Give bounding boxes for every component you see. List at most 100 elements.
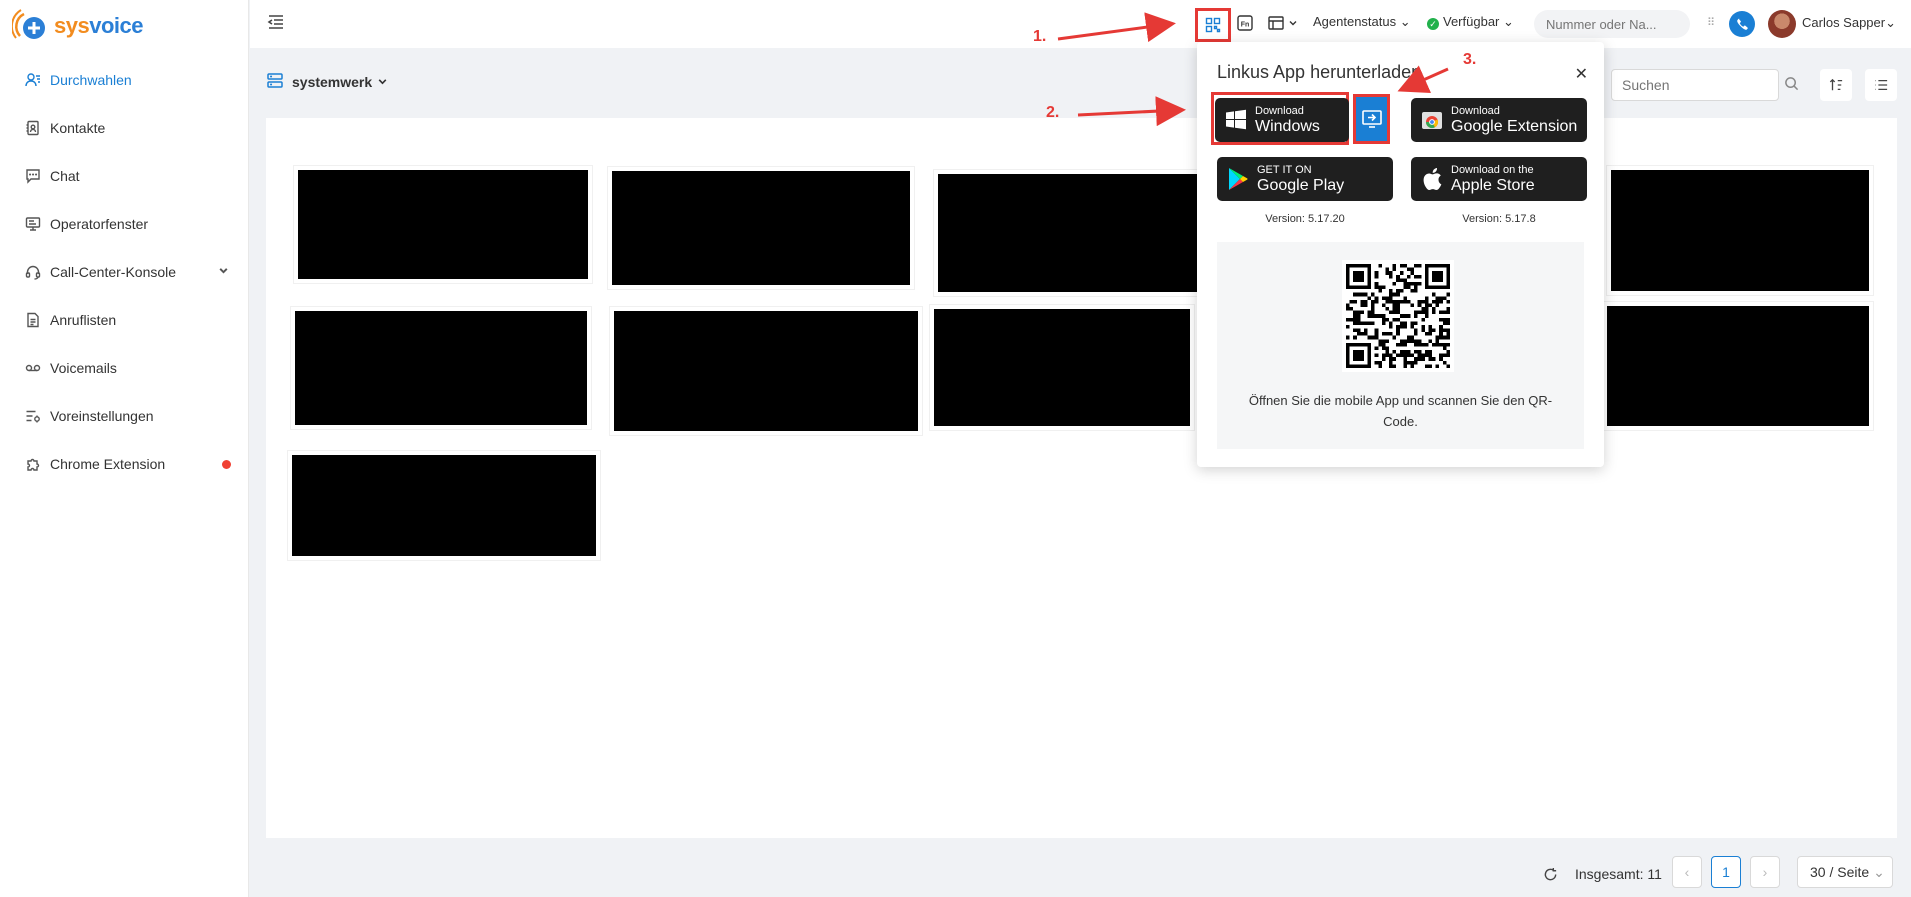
extension-card[interactable]	[292, 455, 596, 556]
extension-card[interactable]	[934, 309, 1190, 426]
list-view-button[interactable]	[1865, 69, 1897, 101]
windows-big-label: Windows	[1255, 117, 1320, 135]
function-key-icon[interactable]: Fn	[1234, 12, 1256, 34]
apple-small-label: Download on the	[1451, 163, 1534, 176]
chevron-down-icon: ⌄	[1885, 15, 1897, 30]
contact-book-icon	[24, 119, 42, 137]
refresh-icon[interactable]	[1543, 858, 1558, 890]
extension-card[interactable]	[938, 174, 1198, 292]
chevron-down-icon: ⌄	[1396, 14, 1411, 29]
availability-dropdown[interactable]: ✓ Verfügbar ⌄	[1427, 14, 1514, 30]
sidebar-item-label: Kontakte	[50, 120, 106, 136]
chrome-small-label: Download	[1451, 104, 1500, 117]
apple-icon	[1419, 166, 1445, 192]
voicemail-icon	[24, 359, 42, 377]
sidebar-item-operatorfenster[interactable]: Operatorfenster	[0, 200, 249, 248]
server-label: systemwerk	[292, 74, 373, 90]
sidebar-item-label: Voicemails	[50, 360, 117, 376]
sidebar-item-kontakte[interactable]: Kontakte	[0, 104, 249, 152]
windows-icon	[1223, 107, 1249, 133]
annotation-step-1: 1.	[1033, 28, 1047, 45]
check-circle-icon: ✓	[1427, 18, 1439, 30]
extension-card[interactable]	[298, 170, 588, 279]
sidebar-item-voicemails[interactable]: Voicemails	[0, 344, 249, 392]
sidebar-item-label: Voreinstellungen	[50, 408, 154, 424]
svg-text:Fn: Fn	[1241, 22, 1250, 29]
extension-card[interactable]	[1611, 170, 1869, 291]
sidebar-item-label: Chrome Extension	[50, 456, 166, 472]
extension-card[interactable]	[614, 311, 918, 431]
server-icon	[266, 72, 284, 93]
avatar[interactable]	[1768, 10, 1796, 38]
google-play-big-label: Google Play	[1257, 176, 1345, 194]
qr-hint-text: Öffnen Sie die mobile App und scannen Si…	[1248, 393, 1553, 429]
extension-card[interactable]	[612, 171, 910, 285]
phone-icon	[1736, 18, 1748, 30]
chrome-big-label: Google Extension	[1451, 117, 1578, 135]
sidebar-item-call-center-konsole[interactable]: Call-Center-Konsole	[0, 248, 249, 296]
sort-icon	[1829, 78, 1843, 91]
extension-card[interactable]	[295, 311, 587, 425]
chrome-icon	[1419, 107, 1445, 133]
download-chrome-extension-button[interactable]: Download Google Extension	[1411, 98, 1587, 142]
sidebar-item-voreinstellungen[interactable]: Voreinstellungen	[0, 392, 249, 440]
sidebar-item-anruflisten[interactable]: Anruflisten	[0, 296, 249, 344]
annotation-step-2: 2.	[1046, 104, 1060, 121]
prev-page-button[interactable]: ‹	[1672, 856, 1702, 888]
monitor-icon	[24, 215, 42, 233]
page-size-label: 30 / Seite	[1810, 864, 1870, 880]
list-icon	[1875, 79, 1888, 91]
sidebar-item-label: Call-Center-Konsole	[50, 264, 177, 280]
annotation-step-3: 3.	[1463, 51, 1477, 68]
window-layout-icon[interactable]	[1262, 12, 1302, 34]
logo[interactable]: sysvoice	[12, 4, 143, 48]
apple-big-label: Apple Store	[1451, 176, 1535, 194]
screen-share-icon	[1361, 110, 1382, 128]
chevron-down-icon	[377, 74, 388, 90]
sidebar-item-durchwahlen[interactable]: Durchwahlen	[0, 56, 249, 104]
qr-panel: Öffnen Sie die mobile App und scannen Si…	[1217, 242, 1584, 449]
user-menu[interactable]: Carlos Sapper⌄	[1802, 15, 1896, 31]
page-number[interactable]: 1	[1711, 856, 1741, 888]
arrow-step-2	[1077, 96, 1186, 127]
download-windows-button[interactable]: Download Windows	[1215, 98, 1349, 142]
dial-number-input[interactable]	[1534, 10, 1690, 38]
download-app-popup: Linkus App herunterladen ✕ Download Windo…	[1197, 42, 1604, 467]
logo-text: sysvoice	[54, 13, 143, 38]
call-log-icon	[24, 311, 42, 329]
dialpad-icon[interactable]: ⠿	[1707, 16, 1715, 29]
extension-card[interactable]	[1607, 306, 1869, 426]
extensions-panel	[266, 118, 1897, 838]
qr-code-icon[interactable]	[1195, 8, 1231, 42]
remote-desktop-button[interactable]	[1353, 94, 1390, 144]
sidebar-item-chat[interactable]: Chat	[0, 152, 249, 200]
headset-icon	[24, 263, 42, 281]
agent-status-dropdown[interactable]: Agentenstatus ⌄	[1313, 14, 1411, 30]
menu-collapse-icon[interactable]	[266, 12, 286, 32]
sidebar-item-chrome-extension[interactable]: Chrome Extension	[0, 440, 249, 488]
chevron-down-icon[interactable]	[218, 265, 229, 279]
google-play-small-label: GET IT ON	[1257, 163, 1312, 176]
sidebar-nav: Durchwahlen Kontakte Chat Operatorfenste…	[0, 56, 249, 488]
sidebar-item-label: Chat	[50, 168, 80, 184]
apple-store-button[interactable]: Download on the Apple Store	[1411, 157, 1587, 201]
close-icon[interactable]: ✕	[1575, 64, 1588, 84]
qr-code-image	[1342, 260, 1454, 372]
sysvoice-logo-icon	[12, 9, 45, 39]
sidebar-item-label: Anruflisten	[50, 312, 117, 328]
sort-button[interactable]	[1820, 69, 1852, 101]
server-selector[interactable]: systemwerk	[266, 64, 388, 100]
user-name: Carlos Sapper	[1802, 15, 1886, 30]
search-input[interactable]	[1611, 69, 1779, 101]
call-button[interactable]	[1729, 11, 1755, 37]
preferences-icon	[24, 407, 42, 425]
google-play-icon	[1225, 166, 1251, 192]
next-page-button[interactable]: ›	[1750, 856, 1780, 888]
search-icon[interactable]	[1784, 76, 1799, 94]
top-header: Fn Agentenstatus ⌄ ✓ Verfügbar ⌄ ⠿ Carlos…	[250, 0, 1911, 48]
google-play-button[interactable]: GET IT ON Google Play	[1217, 157, 1393, 201]
ios-version: Version: 5.17.8	[1462, 213, 1536, 225]
windows-small-label: Download	[1255, 104, 1304, 117]
page-size-select[interactable]: 30 / Seite ⌄	[1797, 856, 1893, 888]
user-list-icon	[24, 71, 42, 89]
